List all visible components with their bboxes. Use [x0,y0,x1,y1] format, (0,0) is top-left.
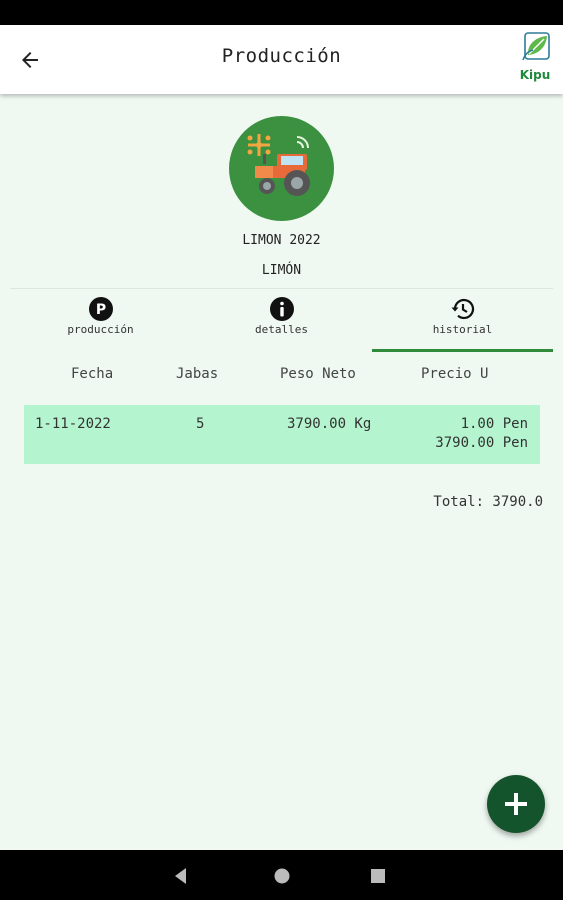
tab-historial[interactable]: historial [372,290,553,352]
column-header-precio-u: Precio U [421,366,489,382]
tab-bar: P producción detalles historial [10,290,553,352]
total-label: Total: 3790.0 [433,494,543,510]
column-header-fecha: Fecha [71,366,114,382]
cell-precio-u: 1.00 Pen [460,416,528,432]
tab-label: detalles [255,323,308,336]
nav-home-icon[interactable] [271,865,293,887]
tab-indicator [372,349,553,352]
cell-peso-neto: 3790.00 Kg [287,416,372,432]
column-header-peso-neto: Peso Neto [280,366,356,382]
p-circle-icon: P [88,297,113,321]
tab-produccion[interactable]: P producción [10,290,191,352]
page-title: Producción [221,45,342,67]
tab-label: historial [432,323,493,336]
history-icon [451,298,474,320]
tab-label: producción [67,323,134,336]
nav-back-icon[interactable] [170,865,192,887]
info-circle-icon [269,297,294,321]
nav-recents-icon[interactable] [367,865,389,887]
column-header-jabas: Jabas [176,366,219,382]
logo-text: Kipu [519,68,551,82]
cell-jabas: 5 [196,416,205,432]
crop-avatar [229,116,334,221]
svg-text:P: P [95,302,105,318]
plus-icon [505,793,527,815]
divider [10,288,553,289]
add-button[interactable] [487,775,545,833]
crop-type: LIMÓN [261,263,302,278]
cell-fecha: 1-11-2022 [35,416,111,432]
tractor-icon [247,134,310,196]
system-nav-bar [0,850,563,900]
app-logo: Kipu [517,30,553,82]
cell-subtotal: 3790.00 Pen [435,435,528,451]
app-bar: Producción Kipu [0,25,563,94]
leaf-logo-icon [522,32,550,61]
table-row[interactable]: 1-11-2022 5 3790.00 Kg 1.00 Pen 3790.00 … [24,405,540,464]
tab-detalles[interactable]: detalles [191,290,372,352]
crop-name: LIMON 2022 [242,233,321,248]
status-bar [0,0,563,25]
